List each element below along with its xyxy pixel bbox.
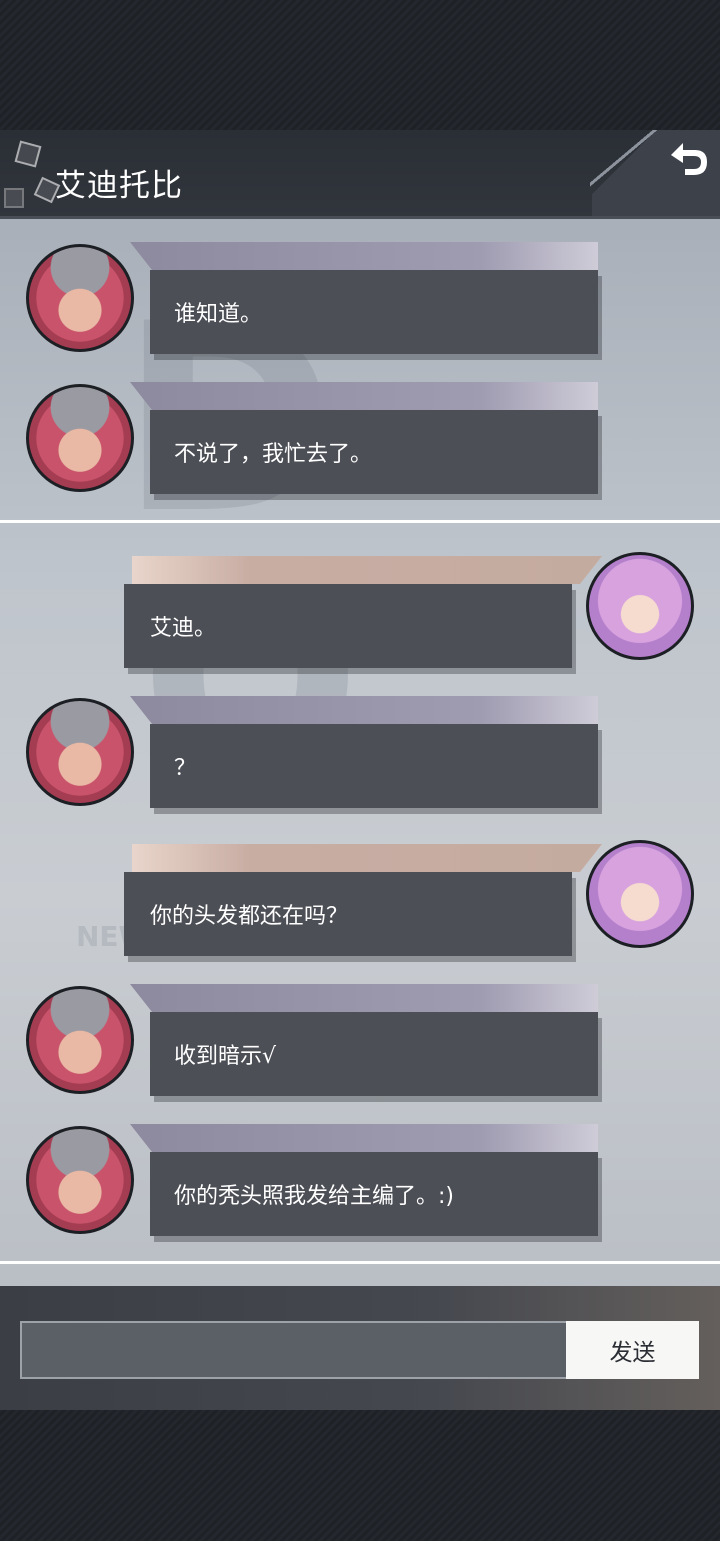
back-button[interactable]	[664, 138, 714, 182]
message-bubble: 谁知道。	[130, 242, 598, 354]
message-bubble: 不说了，我忙去了。	[130, 382, 598, 494]
message-text: 你的秃头照我发给主编了。:)	[150, 1152, 598, 1236]
bubble-tab	[130, 984, 598, 1012]
bubble-tab	[130, 696, 598, 724]
message-text: ？	[150, 724, 598, 808]
message-bubble: 艾迪。	[124, 556, 594, 668]
avatar-player	[586, 840, 694, 948]
bubble-tab	[130, 242, 598, 270]
send-button[interactable]: 发送	[566, 1321, 699, 1379]
message-input[interactable]	[20, 1321, 568, 1379]
decor-square	[4, 188, 24, 208]
message-text: 谁知道。	[150, 270, 598, 354]
avatar-andy	[26, 384, 134, 492]
message-text: 你的头发都还在吗？	[124, 872, 572, 956]
back-arrow-icon	[671, 143, 707, 175]
avatar-andy	[26, 986, 134, 1094]
bubble-tab	[132, 844, 602, 872]
contact-name: 艾迪托比	[55, 168, 183, 204]
message-text: 艾迪。	[124, 584, 572, 668]
message-text: 不说了，我忙去了。	[150, 410, 598, 494]
bubble-tab	[130, 382, 598, 410]
avatar-andy	[26, 698, 134, 806]
section-divider	[0, 1261, 720, 1264]
bubble-tab	[132, 556, 602, 584]
message-text: 收到暗示√	[150, 1012, 598, 1096]
message-bubble: 你的头发都还在吗？	[124, 844, 594, 956]
message-bubble: ？	[130, 696, 598, 808]
avatar-andy	[26, 1126, 134, 1234]
avatar-andy	[26, 244, 134, 352]
avatar-player	[586, 552, 694, 660]
bubble-tab	[130, 1124, 598, 1152]
message-bubble: 收到暗示√	[130, 984, 598, 1096]
section-divider	[0, 520, 720, 523]
message-bubble: 你的秃头照我发给主编了。:)	[130, 1124, 598, 1236]
